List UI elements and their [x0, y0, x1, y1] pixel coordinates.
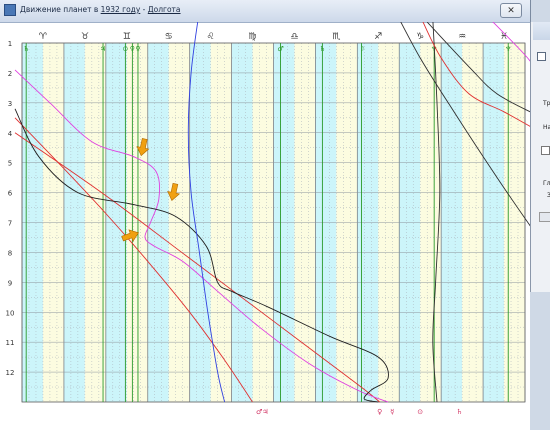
sign-label: ♉ [81, 32, 89, 42]
month-label: 3 [8, 100, 12, 108]
side-dialog[interactable]: Тр На Гл З [530, 22, 550, 293]
top-planet-symbol: ♆ [505, 45, 511, 53]
top-planet-symbol: ♄ [319, 45, 325, 53]
title-prefix: Движение планет в [20, 5, 101, 14]
sign-label: ♒ [458, 32, 466, 42]
top-planet-symbol: ♃ [100, 45, 106, 53]
sign-label: ♈ [39, 32, 48, 42]
month-label: 1 [8, 40, 12, 48]
sign-label: ♊ [123, 32, 131, 42]
side-checkbox[interactable] [541, 146, 550, 155]
planet-motion-chart: ♈ ♉ ♊ ♋ ♌ ♍ ♎ ♏ ♐ ♑ ♒ ♓123456789101112♄ ♃ ⊙ ♀ ♀ ♂ ♄ ☽ ♆ ♆♂♃ ♀… [6, 22, 530, 416]
app-icon [4, 4, 16, 16]
top-planet-symbol: ♀ [135, 45, 140, 53]
bottom-planet-symbol: ☿ [390, 408, 394, 416]
title-year: 1932 году [100, 5, 141, 14]
desktop-background [530, 292, 550, 430]
month-label: 6 [8, 190, 13, 198]
month-label: 11 [6, 339, 15, 347]
bottom-planet-symbol: ♀ [377, 408, 382, 416]
close-button[interactable]: ✕ [500, 3, 522, 18]
bottom-planet-symbol: ♂♃ [256, 408, 269, 416]
side-label-2: На [543, 124, 550, 131]
sign-label: ♌ [207, 32, 215, 42]
month-label: 2 [8, 70, 12, 78]
month-label: 8 [8, 249, 12, 257]
month-label: 7 [8, 220, 12, 228]
month-label: 5 [8, 160, 12, 168]
top-planet-symbol: ♀ [130, 45, 135, 53]
sign-label: ♋ [165, 32, 173, 42]
sign-label: ♑ [416, 32, 424, 42]
side-label-1: Тр [543, 100, 550, 107]
sign-label: ♐ [374, 32, 382, 42]
side-dialog-titlebar[interactable] [533, 22, 550, 40]
title-sep: - [140, 5, 148, 14]
top-planet-symbol: ♂ [277, 45, 283, 53]
side-label-3: Гл [543, 180, 550, 187]
top-planet-symbol: ☽ [358, 45, 364, 53]
top-planet-symbol: ⊙ [122, 45, 128, 53]
sign-label: ♏ [332, 32, 340, 42]
sign-label: ♎ [290, 32, 298, 42]
bottom-planet-symbol: ♄ [456, 408, 462, 416]
bottom-planet-symbol: ⊙ [417, 408, 423, 416]
month-label: 12 [6, 369, 15, 377]
month-label: 9 [8, 279, 12, 287]
side-button[interactable] [539, 212, 550, 222]
top-planet-symbol: ♄ [23, 45, 29, 53]
title-bar[interactable]: Движение планет в 1932 году - Долгота ✕ [0, 0, 530, 23]
settings-icon[interactable] [537, 52, 546, 61]
window-title: Движение планет в 1932 году - Долгота [20, 5, 181, 14]
month-label: 10 [6, 309, 15, 317]
sign-label: ♍ [249, 32, 257, 42]
title-mode: Долгота [147, 5, 181, 14]
chart-window: Движение планет в 1932 году - Долгота ✕ … [0, 0, 531, 430]
month-label: 4 [8, 130, 13, 138]
